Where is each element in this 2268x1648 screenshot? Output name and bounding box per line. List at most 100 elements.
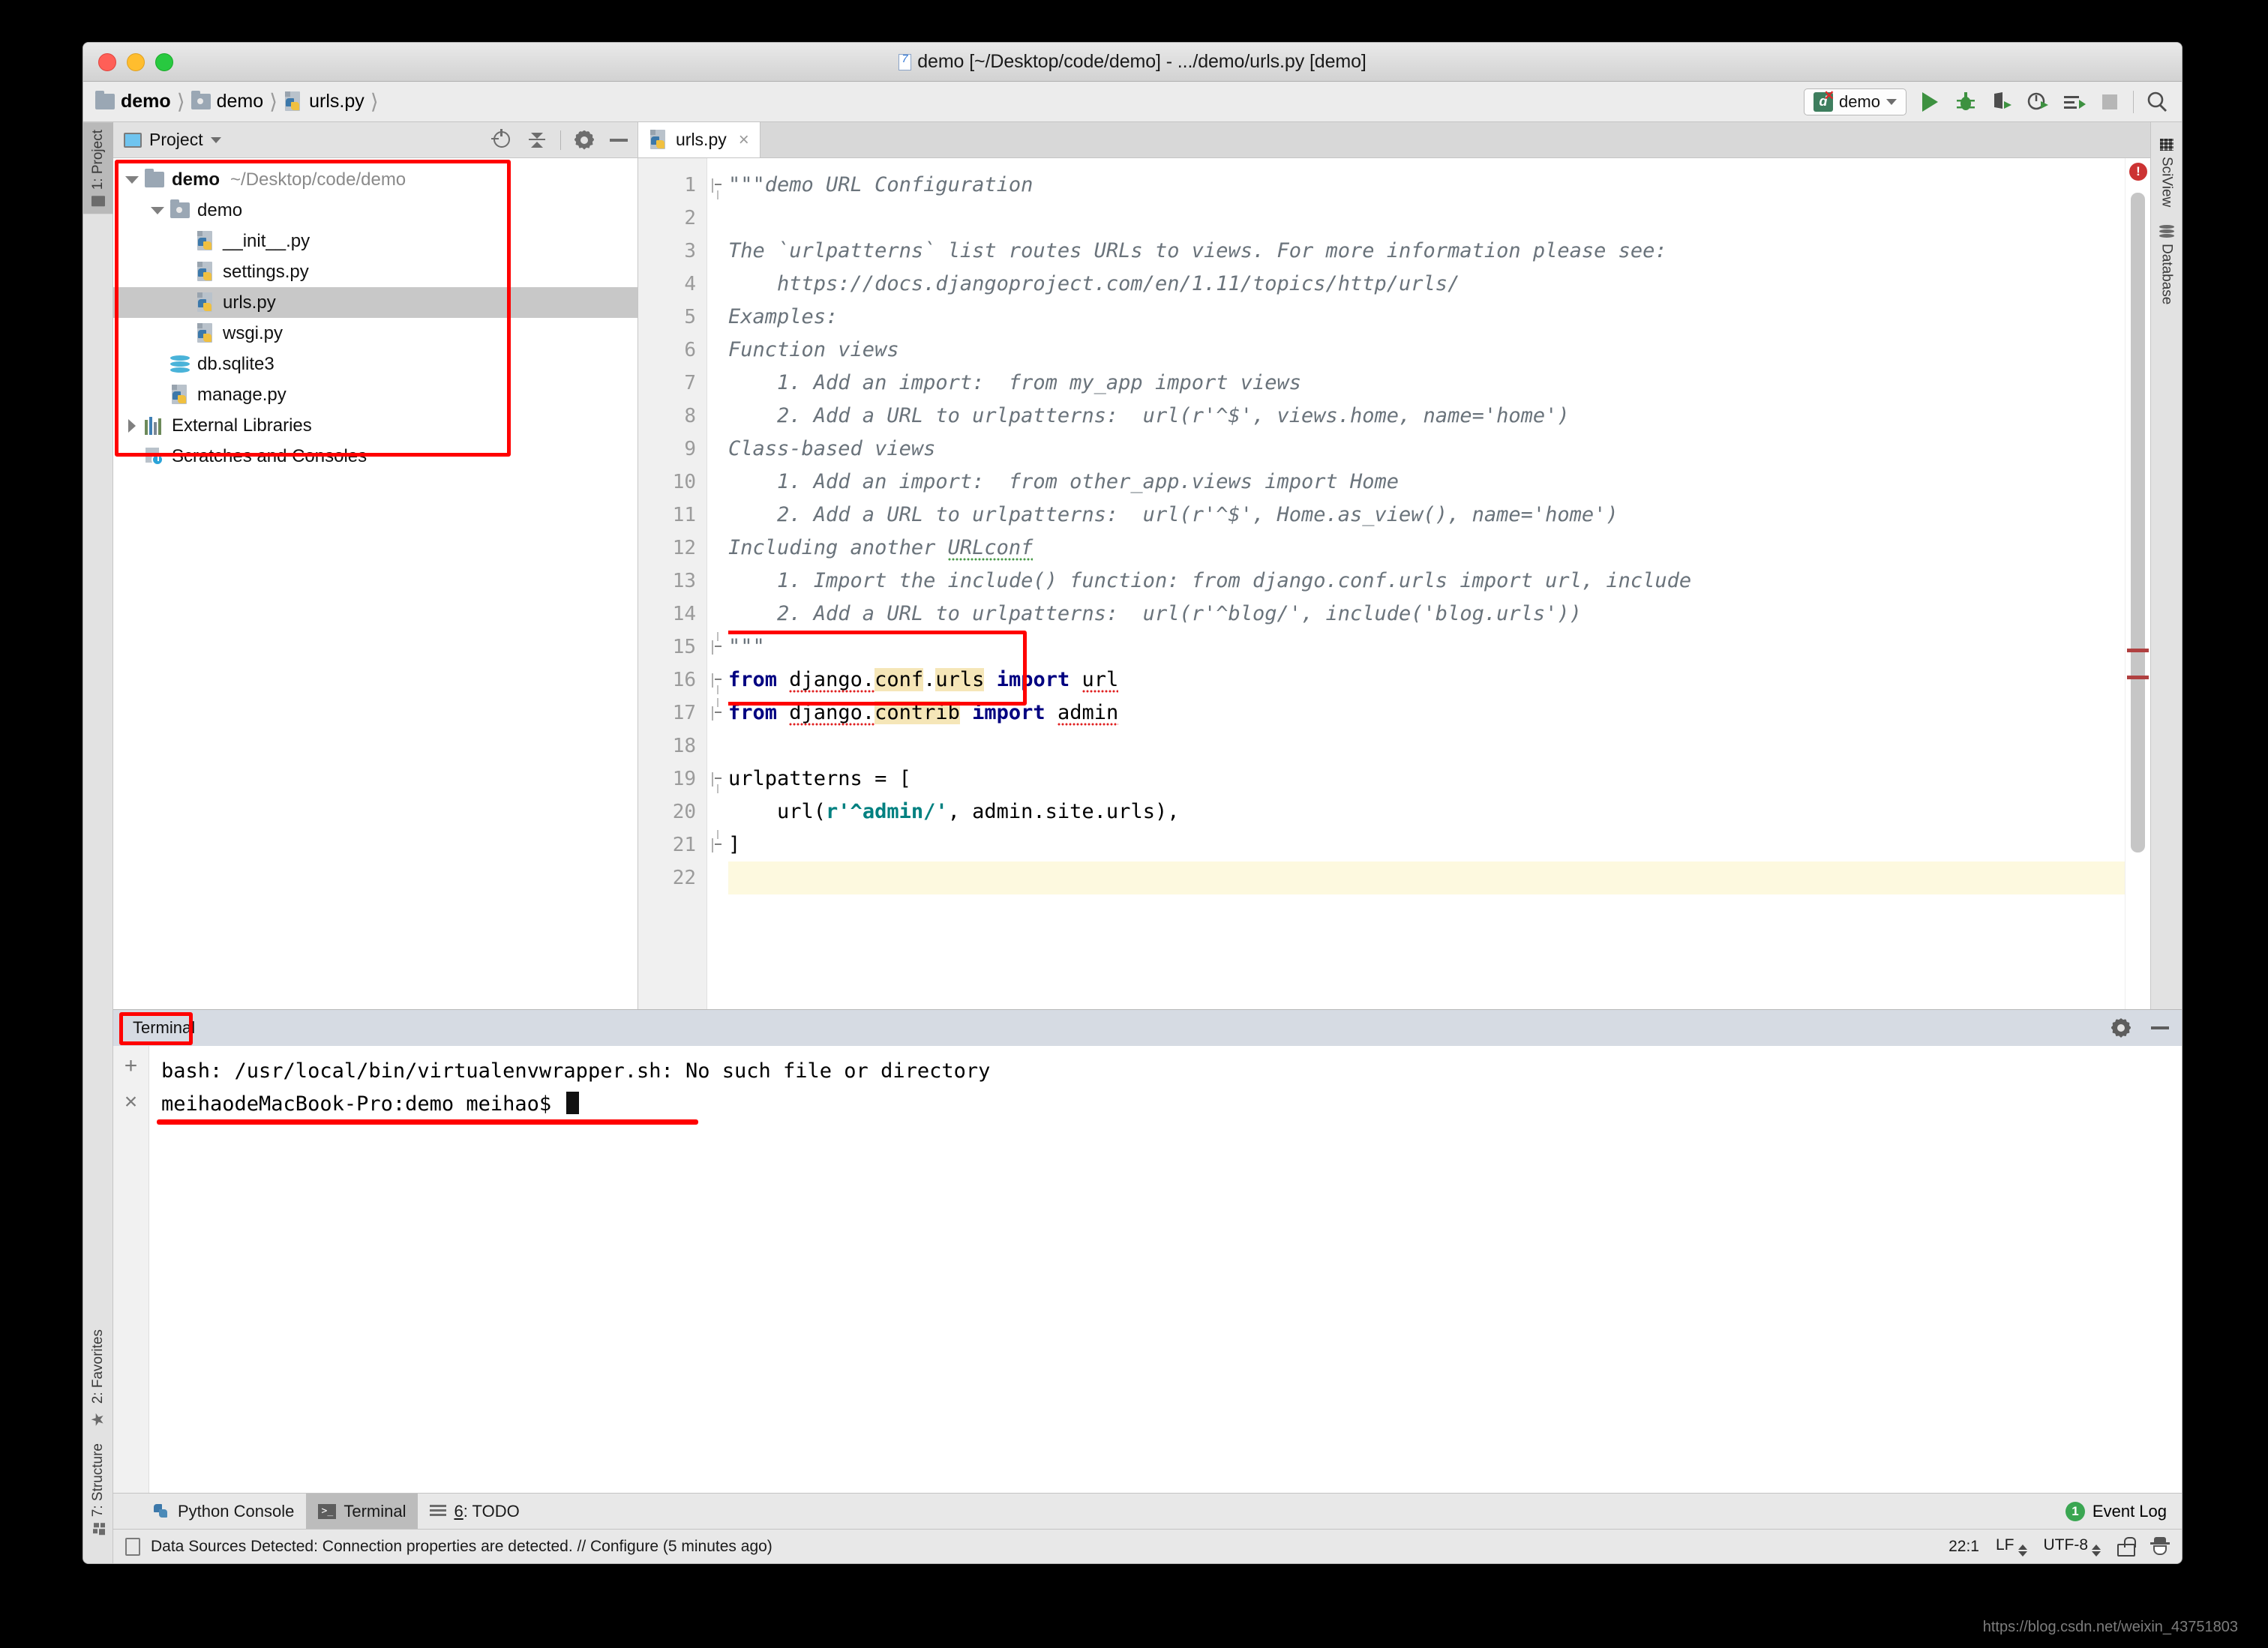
- line-number: 20: [672, 801, 696, 823]
- fold-marker[interactable]: [712, 673, 724, 694]
- terminal-title[interactable]: Terminal: [124, 1014, 204, 1041]
- line-number: 8: [684, 405, 696, 427]
- line-number: 22: [672, 867, 696, 889]
- caret-position[interactable]: 22:1: [1948, 1538, 1979, 1556]
- tab-terminal[interactable]: >_ Terminal: [306, 1494, 418, 1529]
- sidebar-tab-sciview[interactable]: SciView: [2158, 130, 2175, 216]
- structure-icon: [92, 1523, 105, 1535]
- stop-icon[interactable]: [2097, 89, 2122, 115]
- fold-marker[interactable]: [712, 772, 724, 793]
- navigation-bar: demo ⟩ demo ⟩ urls.py ⟩ d demo: [83, 82, 2182, 122]
- sidebar-tab-favorites[interactable]: ★ 2: Favorites: [88, 1322, 108, 1436]
- run-with-args-icon[interactable]: [2061, 89, 2086, 115]
- fold-marker[interactable]: [712, 830, 724, 852]
- collapse-all-icon[interactable]: [526, 129, 548, 151]
- code-content[interactable]: """demo URL Configuration The `urlpatter…: [728, 158, 2125, 1009]
- tree-node--init-py[interactable]: __init__.py: [113, 226, 638, 256]
- tree-node-external-libraries[interactable]: External Libraries: [113, 410, 638, 441]
- tree-node-urls-py[interactable]: urls.py: [113, 287, 638, 318]
- project-tree: demo ~/Desktop/code/demo demo __init__.py se…: [113, 158, 638, 1009]
- editor-tab-urls-py[interactable]: urls.py ×: [638, 122, 760, 157]
- tree-node-settings-py[interactable]: settings.py: [113, 256, 638, 287]
- unlocked-icon[interactable]: [2117, 1536, 2136, 1557]
- maximize-window-button[interactable]: [155, 52, 173, 71]
- line-separator[interactable]: LF: [1996, 1536, 2027, 1557]
- breadcrumb-item-package[interactable]: demo ⟩: [190, 89, 282, 114]
- run-icon[interactable]: [1917, 89, 1942, 115]
- code-line-12: Including another URLconf: [728, 536, 1034, 561]
- tab-label: Python Console: [178, 1501, 295, 1521]
- breadcrumb-item-file[interactable]: urls.py ⟩: [284, 89, 383, 114]
- code-line-14: 2. Add a URL to urlpatterns: url(r'^blog…: [728, 602, 1582, 625]
- fold-marker[interactable]: [712, 178, 724, 199]
- tab-python-console[interactable]: Python Console: [142, 1494, 306, 1529]
- terminal-output[interactable]: bash: /usr/local/bin/virtualenvwrapper.s…: [149, 1046, 2182, 1493]
- sidebar-tab-project[interactable]: 1: Project: [83, 122, 113, 214]
- python-file-icon: [284, 91, 303, 112]
- hide-icon[interactable]: [608, 129, 630, 151]
- status-message[interactable]: Data Sources Detected: Connection proper…: [151, 1538, 772, 1556]
- code-line-9: Class-based views: [728, 437, 936, 460]
- error-marker[interactable]: [2127, 676, 2149, 679]
- error-stripe[interactable]: !: [2125, 158, 2150, 1009]
- terminal-side-buttons: + ×: [113, 1046, 149, 1493]
- sidebar-tab-database[interactable]: Database: [2158, 216, 2175, 313]
- expander-expand-icon[interactable]: [119, 418, 145, 433]
- tree-node-manage-py[interactable]: manage.py: [113, 379, 638, 410]
- close-icon[interactable]: ×: [739, 130, 749, 151]
- locate-icon[interactable]: [491, 128, 514, 151]
- close-session-icon[interactable]: ×: [124, 1091, 138, 1113]
- line-number: 19: [672, 768, 696, 790]
- editor-area[interactable]: 1 2 3 4 5 6 7 8 9 10 11 12 13 14 15 16 17 18 19 20 21 22: [638, 158, 2150, 1009]
- libraries-icon: [145, 416, 164, 435]
- tree-node-scratches-and-consoles[interactable]: Scratches and Consoles: [113, 441, 638, 472]
- line-number: 16: [672, 669, 696, 691]
- minimize-window-button[interactable]: [127, 52, 145, 71]
- code-line-8: 2. Add a URL to urlpatterns: url(r'^$', …: [728, 404, 1570, 427]
- upper-split: Project demo ~/Desktop/code/demo demo __ini…: [113, 122, 2182, 1009]
- tree-node-label: Scratches and Consoles: [172, 445, 368, 466]
- inspection-icon[interactable]: [2150, 1536, 2170, 1557]
- event-log-button[interactable]: 1 Event Log: [2065, 1494, 2182, 1529]
- center-column: Project demo ~/Desktop/code/demo demo __ini…: [113, 122, 2182, 1563]
- project-tool-window: Project demo ~/Desktop/code/demo demo __ini…: [113, 122, 638, 1009]
- expander-collapse-icon[interactable]: [119, 175, 145, 184]
- fold-marker[interactable]: [712, 698, 724, 721]
- error-marker[interactable]: [2127, 649, 2149, 652]
- editor-scrollbar-thumb[interactable]: [2131, 193, 2145, 852]
- tree-node-demo[interactable]: demo ~/Desktop/code/demo: [113, 164, 638, 195]
- expander-collapse-icon[interactable]: [145, 206, 170, 214]
- chevron-down-icon: [1886, 98, 1897, 105]
- settings-gear-icon[interactable]: [573, 129, 596, 151]
- new-session-icon[interactable]: +: [124, 1055, 138, 1077]
- hide-icon[interactable]: [2149, 1017, 2171, 1039]
- debug-icon[interactable]: [1953, 89, 1978, 115]
- pycharm-window: demo [~/Desktop/code/demo] - .../demo/ur…: [82, 42, 2182, 1564]
- status-document-icon[interactable]: [125, 1537, 140, 1556]
- window-controls[interactable]: [98, 52, 173, 71]
- python-file-icon: [649, 129, 668, 151]
- settings-gear-icon[interactable]: [2110, 1017, 2132, 1039]
- chevron-down-icon[interactable]: [210, 136, 221, 143]
- scratches-icon: [145, 447, 164, 466]
- error-badge-icon[interactable]: !: [2129, 163, 2147, 181]
- code-folding-column[interactable]: [707, 158, 728, 1009]
- terminal-line: bash: /usr/local/bin/virtualenvwrapper.s…: [161, 1059, 991, 1083]
- fold-marker[interactable]: [712, 632, 724, 655]
- profile-icon[interactable]: [2025, 89, 2050, 115]
- tree-node-db-sqlite3[interactable]: db.sqlite3: [113, 349, 638, 379]
- window-title: demo [~/Desktop/code/demo] - .../demo/ur…: [83, 51, 2182, 73]
- close-window-button[interactable]: [98, 52, 116, 71]
- star-icon: ★: [88, 1409, 107, 1428]
- breadcrumb-item-project[interactable]: demo ⟩: [95, 89, 190, 114]
- sidebar-tab-label: 2: Favorites: [89, 1329, 106, 1404]
- sidebar-tab-structure[interactable]: 7: Structure: [90, 1436, 106, 1542]
- tab-todo[interactable]: 6: TODO: [418, 1494, 531, 1529]
- tree-node-wsgi-py[interactable]: wsgi.py: [113, 318, 638, 349]
- tree-node-label: manage.py: [197, 384, 286, 405]
- tree-node-demo[interactable]: demo: [113, 195, 638, 226]
- search-everywhere-icon[interactable]: [2144, 89, 2170, 115]
- file-encoding[interactable]: UTF-8: [2044, 1536, 2101, 1557]
- coverage-icon[interactable]: [1989, 89, 2014, 115]
- run-configuration-selector[interactable]: d demo: [1803, 88, 1906, 115]
